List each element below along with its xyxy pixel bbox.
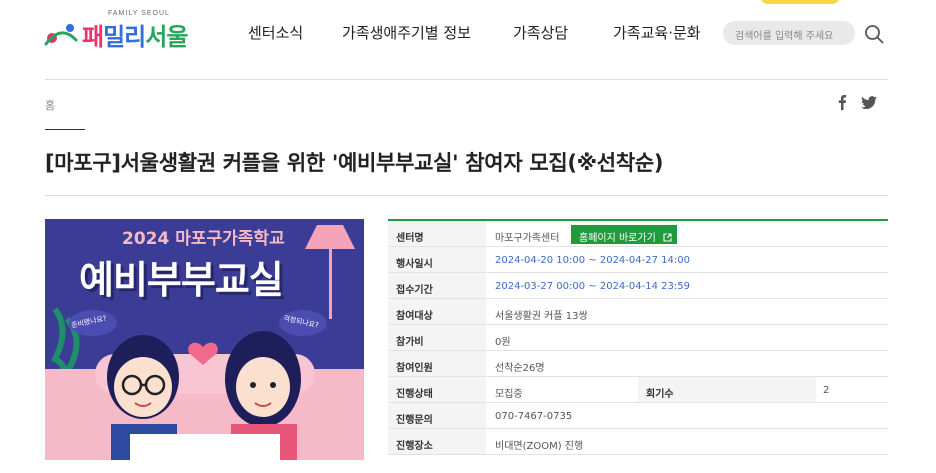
twitter-icon[interactable] [861,96,877,110]
info-row-date: 행사일시 2024-04-20 10:00 ~ 2024-04-27 14:00 [388,247,888,273]
logo-mark-icon [44,24,78,46]
site-header: FAMILY SEOUL 패밀리서울 센터소식 가족생애주기별 정보 가족상담 … [0,0,936,80]
info-row-fee: 참가비 0원 [388,325,888,351]
nav-item-center-news[interactable]: 센터소식 [248,22,303,43]
poster-main-title: 예비부부교실 [79,258,284,302]
logo-wordmark: 패밀리서울 [82,17,188,52]
date-label: 행사일시 [388,247,486,272]
sessions-value: 2 [823,385,830,396]
info-row-place: 진행장소 비대면(ZOOM) 진행 [388,429,888,455]
center-label: 센터명 [388,221,486,246]
nav-item-education-culture[interactable]: 가족교육·문화 [613,22,701,43]
target-label: 참여대상 [388,299,486,324]
logo-wordmark-part-2: 밀리 [103,23,146,51]
event-info-table: 센터명 마포구가족센터 홈페이지 바로가기 행사일시 2024-04-20 10… [388,219,888,455]
logo-subtitle: FAMILY SEOUL [108,10,170,17]
contact-label: 진행문의 [388,403,486,428]
event-poster: 2024 마포구가족학교 예비부부교실 준비됐나요? 걱정되나요? [45,219,364,460]
fee-value: 0원 [495,337,511,348]
homepage-link-label: 홈페이지 바로가기 [579,233,656,244]
place-value: 비대면(ZOOM) 진행 [495,441,584,452]
registration-label: 접수기간 [388,273,486,298]
top-banner-pill[interactable] [760,0,840,4]
sessions-label: 회기수 [638,377,816,402]
title-divider [45,195,888,196]
fee-label: 참가비 [388,325,486,350]
search-input[interactable]: 검색어를 입력해 주세요 [723,21,855,45]
logo-wordmark-part-3: 서울 [145,23,188,51]
capacity-value: 선착순26명 [495,363,545,374]
facebook-icon[interactable] [836,94,848,110]
search-icon[interactable] [863,23,885,45]
nav-item-lifecycle-info[interactable]: 가족생애주기별 정보 [342,22,471,43]
center-value: 마포구가족센터 [495,233,560,244]
registration-value: 2024-03-27 00:00 ~ 2024-04-14 23:59 [495,281,690,292]
status-label: 진행상태 [388,377,486,402]
info-row-status: 진행상태 모집중 회기수 2 [388,377,888,403]
contact-value: 070-7467-0735 [495,411,573,422]
info-row-target: 참여대상 서울생활권 커플 13쌍 [388,299,888,325]
external-link-icon [663,233,672,242]
date-value: 2024-04-20 10:00 ~ 2024-04-27 14:00 [495,255,690,266]
header-divider [45,79,888,80]
nav-item-counseling[interactable]: 가족상담 [513,22,568,43]
info-row-capacity: 참여인원 선착순26명 [388,351,888,377]
logo-wordmark-part-1: 패 [82,23,104,51]
target-value: 서울생활권 커플 13쌍 [495,311,588,322]
title-accent-bar [45,129,85,130]
poster-headline: 2024 마포구가족학교 [122,229,285,249]
site-logo[interactable]: FAMILY SEOUL 패밀리서울 [44,10,194,56]
page-title: [마포구]서울생활권 커플을 위한 '예비부부교실' 참여자 모집(※선착순) [45,151,664,175]
place-label: 진행장소 [388,429,486,454]
info-row-registration: 접수기간 2024-03-27 00:00 ~ 2024-04-14 23:59 [388,273,888,299]
info-row-center: 센터명 마포구가족센터 홈페이지 바로가기 [388,221,888,247]
capacity-label: 참여인원 [388,351,486,376]
info-row-contact: 진행문의 070-7467-0735 [388,403,888,429]
status-value: 모집중 [495,389,523,400]
breadcrumb-home[interactable]: 홈 [45,97,55,113]
homepage-link-button[interactable]: 홈페이지 바로가기 [571,225,677,244]
